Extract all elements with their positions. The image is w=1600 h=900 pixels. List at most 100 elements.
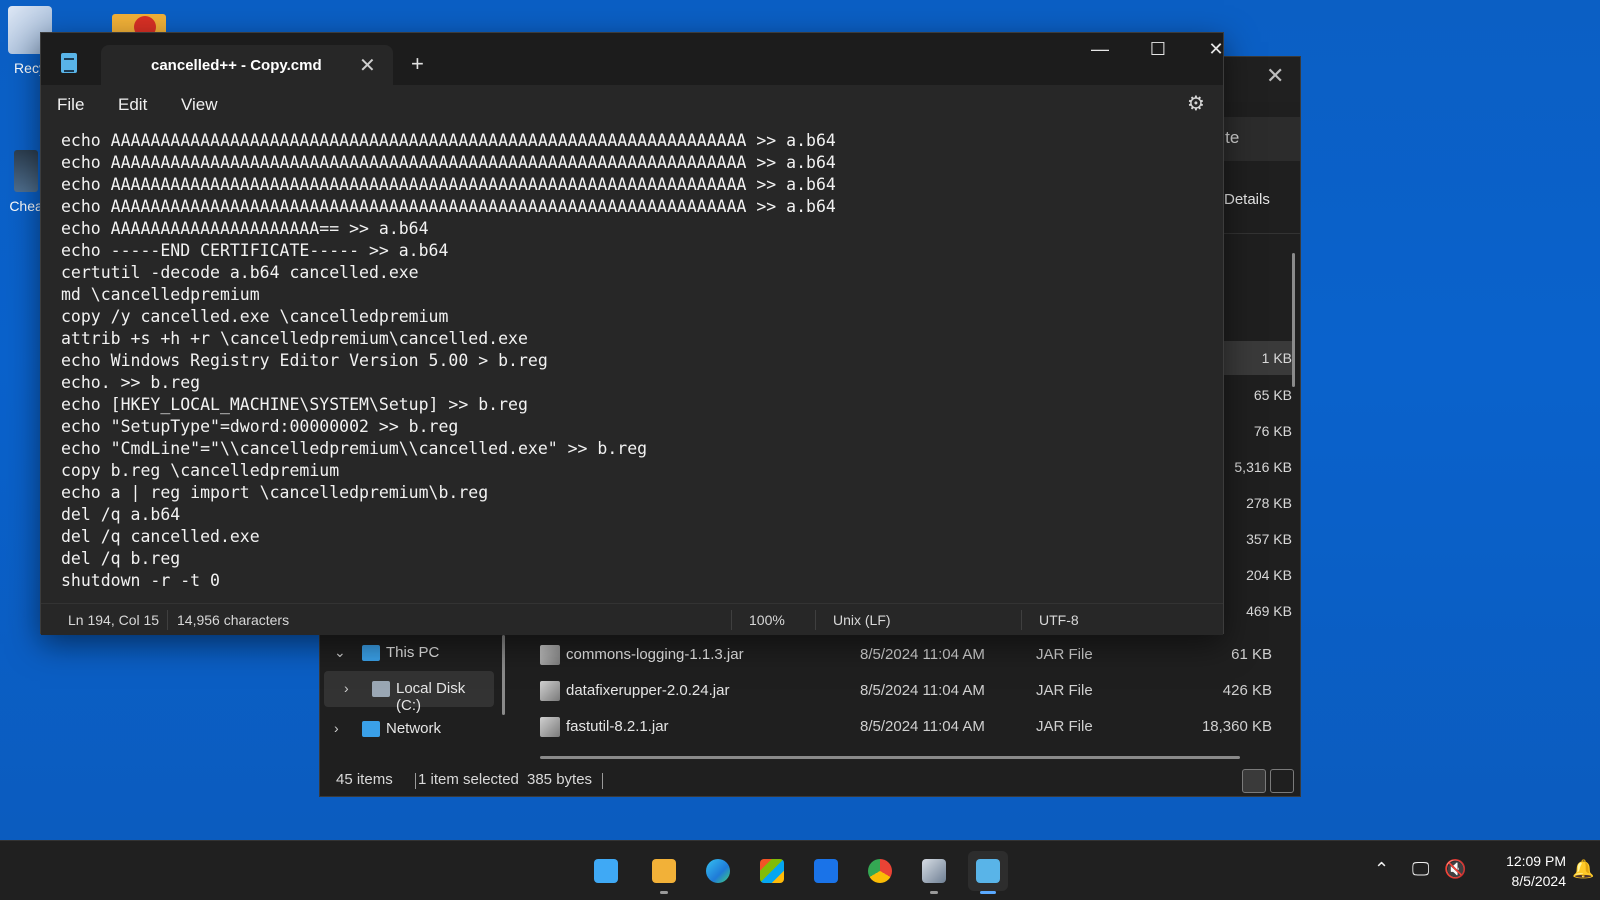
file-date: 8/5/2024 11:04 AM bbox=[860, 682, 985, 699]
selection-size: 385 bytes bbox=[527, 771, 593, 788]
notepad-window: cancelled++ - Copy.cmd ✕ + — ☐ ✕ File Ed… bbox=[40, 32, 1224, 635]
file-type: JAR File bbox=[1036, 682, 1093, 699]
taskbar-store[interactable] bbox=[752, 851, 792, 891]
explorer-horizontal-scrollbar[interactable] bbox=[540, 756, 1240, 759]
outlook-icon bbox=[814, 859, 838, 883]
chevron-right-icon[interactable]: › bbox=[334, 720, 339, 736]
running-indicator bbox=[660, 891, 668, 894]
file-name: datafixerupper-2.0.24.jar bbox=[566, 682, 730, 699]
code-line: del /q a.b64 bbox=[61, 505, 181, 524]
system-clock[interactable]: 12:09 PM 8/5/2024 bbox=[1482, 851, 1566, 891]
status-separator bbox=[815, 610, 816, 630]
notepad-status-bar: Ln 194, Col 15 14,956 characters 100% Un… bbox=[41, 603, 1223, 635]
display-icon[interactable]: 🖵 bbox=[1412, 859, 1429, 880]
file-size: 18,360 KB bbox=[1201, 718, 1272, 735]
tab-close-icon[interactable]: ✕ bbox=[359, 53, 376, 78]
nav-item-label: This PC bbox=[386, 644, 440, 661]
jar-file-icon bbox=[540, 645, 560, 665]
nav-item-local-disk[interactable]: › Local Disk (C:) bbox=[324, 671, 494, 714]
file-row[interactable]: commons-logging-1.1.3.jar 8/5/2024 11:04… bbox=[520, 637, 1280, 673]
taskbar: ⌃ 🖵 🔇 12:09 PM 8/5/2024 🔔 bbox=[0, 840, 1600, 900]
notification-bell-icon[interactable]: 🔔 bbox=[1572, 859, 1594, 880]
file-type: JAR File bbox=[1036, 718, 1093, 735]
explorer-vertical-scrollbar[interactable] bbox=[1292, 253, 1295, 387]
nav-item-this-pc[interactable]: ⌄ This PC bbox=[320, 635, 490, 671]
code-line: echo a | reg import \cancelledpremium\b.… bbox=[61, 483, 489, 502]
item-count: 45 items bbox=[336, 771, 393, 788]
settings-gear-icon[interactable]: ⚙ bbox=[1187, 91, 1205, 116]
code-line: echo Windows Registry Editor Version 5.0… bbox=[61, 351, 548, 370]
character-count: 14,956 characters bbox=[177, 612, 290, 628]
taskbar-edge[interactable] bbox=[698, 851, 738, 891]
cursor-position: Ln 194, Col 15 bbox=[68, 612, 160, 628]
text-editor[interactable]: echo AAAAAAAAAAAAAAAAAAAAAAAAAAAAAAAAAAA… bbox=[41, 125, 1223, 597]
menu-view[interactable]: View bbox=[181, 95, 218, 115]
zoom-level[interactable]: 100% bbox=[749, 612, 785, 628]
nav-pane-scrollbar[interactable] bbox=[502, 635, 505, 715]
code-line: echo -----END CERTIFICATE----- >> a.b64 bbox=[61, 241, 449, 260]
store-icon bbox=[760, 859, 784, 883]
jar-file-icon bbox=[540, 717, 560, 737]
start-button[interactable] bbox=[586, 851, 626, 891]
taskbar-cheat-engine[interactable] bbox=[914, 851, 954, 894]
chevron-right-icon[interactable]: › bbox=[344, 680, 349, 696]
status-separator bbox=[602, 773, 603, 789]
tab-title: cancelled++ - Copy.cmd bbox=[151, 57, 322, 74]
file-name: commons-logging-1.1.3.jar bbox=[566, 646, 744, 663]
maximize-icon[interactable]: ☐ bbox=[1135, 39, 1181, 69]
code-line: del /q b.reg bbox=[61, 549, 181, 568]
cheat-engine-icon bbox=[14, 150, 38, 192]
code-line: echo AAAAAAAAAAAAAAAAAAAAA== >> a.b64 bbox=[61, 219, 429, 238]
status-separator bbox=[167, 610, 168, 630]
explorer-close-icon[interactable]: ✕ bbox=[1266, 63, 1284, 89]
file-date: 8/5/2024 11:04 AM bbox=[860, 718, 985, 735]
file-name: fastutil-8.2.1.jar bbox=[566, 718, 669, 735]
code-line: echo [HKEY_LOCAL_MACHINE\SYSTEM\Setup] >… bbox=[61, 395, 528, 414]
chrome-icon bbox=[868, 859, 892, 883]
new-tab-button[interactable]: + bbox=[411, 51, 424, 77]
code-line: echo AAAAAAAAAAAAAAAAAAAAAAAAAAAAAAAAAAA… bbox=[61, 175, 836, 194]
minimize-icon[interactable]: — bbox=[1077, 39, 1123, 69]
menu-file[interactable]: File bbox=[57, 95, 84, 115]
jar-file-icon bbox=[540, 681, 560, 701]
details-view-icon[interactable] bbox=[1242, 769, 1266, 793]
menu-bar: File Edit View ⚙ bbox=[41, 85, 1223, 125]
taskbar-chrome[interactable] bbox=[860, 851, 900, 891]
file-row[interactable]: datafixerupper-2.0.24.jar 8/5/2024 11:04… bbox=[520, 673, 1280, 709]
large-icons-view-icon[interactable] bbox=[1270, 769, 1294, 793]
taskbar-outlook[interactable] bbox=[806, 851, 846, 891]
file-type: JAR File bbox=[1036, 646, 1093, 663]
clock-date: 8/5/2024 bbox=[1511, 873, 1567, 889]
explorer-status-bar: 45 items 1 item selected 385 bytes bbox=[320, 762, 1300, 798]
code-line: echo "SetupType"=dword:00000002 >> b.reg bbox=[61, 417, 459, 436]
windows-logo-icon bbox=[594, 859, 618, 883]
tab-active[interactable]: cancelled++ - Copy.cmd ✕ bbox=[101, 45, 393, 85]
notepad-app-icon bbox=[61, 53, 77, 73]
nav-item-label: Network bbox=[386, 720, 442, 737]
code-line: echo. >> b.reg bbox=[61, 373, 201, 392]
encoding[interactable]: UTF-8 bbox=[1039, 612, 1079, 628]
selection-count: 1 item selected bbox=[418, 771, 519, 788]
nav-item-network[interactable]: › Network bbox=[320, 711, 490, 747]
details-button[interactable]: Details bbox=[1224, 191, 1270, 208]
taskbar-file-explorer[interactable] bbox=[644, 851, 684, 894]
file-size: 426 KB bbox=[1222, 682, 1272, 699]
running-indicator bbox=[930, 891, 938, 894]
notepad-titlebar: cancelled++ - Copy.cmd ✕ + — ☐ ✕ bbox=[41, 33, 1224, 85]
line-ending[interactable]: Unix (LF) bbox=[833, 612, 891, 628]
code-line: del /q cancelled.exe bbox=[61, 527, 260, 546]
file-row[interactable]: fastutil-8.2.1.jar 8/5/2024 11:04 AM JAR… bbox=[520, 709, 1280, 745]
chevron-down-icon[interactable]: ⌄ bbox=[334, 644, 346, 661]
menu-edit[interactable]: Edit bbox=[118, 95, 147, 115]
speaker-muted-icon[interactable]: 🔇 bbox=[1444, 859, 1466, 880]
file-date: 8/5/2024 11:04 AM bbox=[860, 646, 985, 663]
taskbar-notepad[interactable] bbox=[968, 851, 1008, 894]
active-indicator bbox=[980, 891, 996, 894]
chevron-up-icon[interactable]: ⌃ bbox=[1374, 859, 1389, 880]
status-separator bbox=[415, 773, 416, 789]
file-size: 61 KB bbox=[1231, 646, 1272, 663]
code-line: copy b.reg \cancelledpremium bbox=[61, 461, 340, 480]
folder-icon bbox=[652, 859, 676, 883]
code-line: echo AAAAAAAAAAAAAAAAAAAAAAAAAAAAAAAAAAA… bbox=[61, 153, 836, 172]
close-icon[interactable]: ✕ bbox=[1193, 39, 1239, 69]
